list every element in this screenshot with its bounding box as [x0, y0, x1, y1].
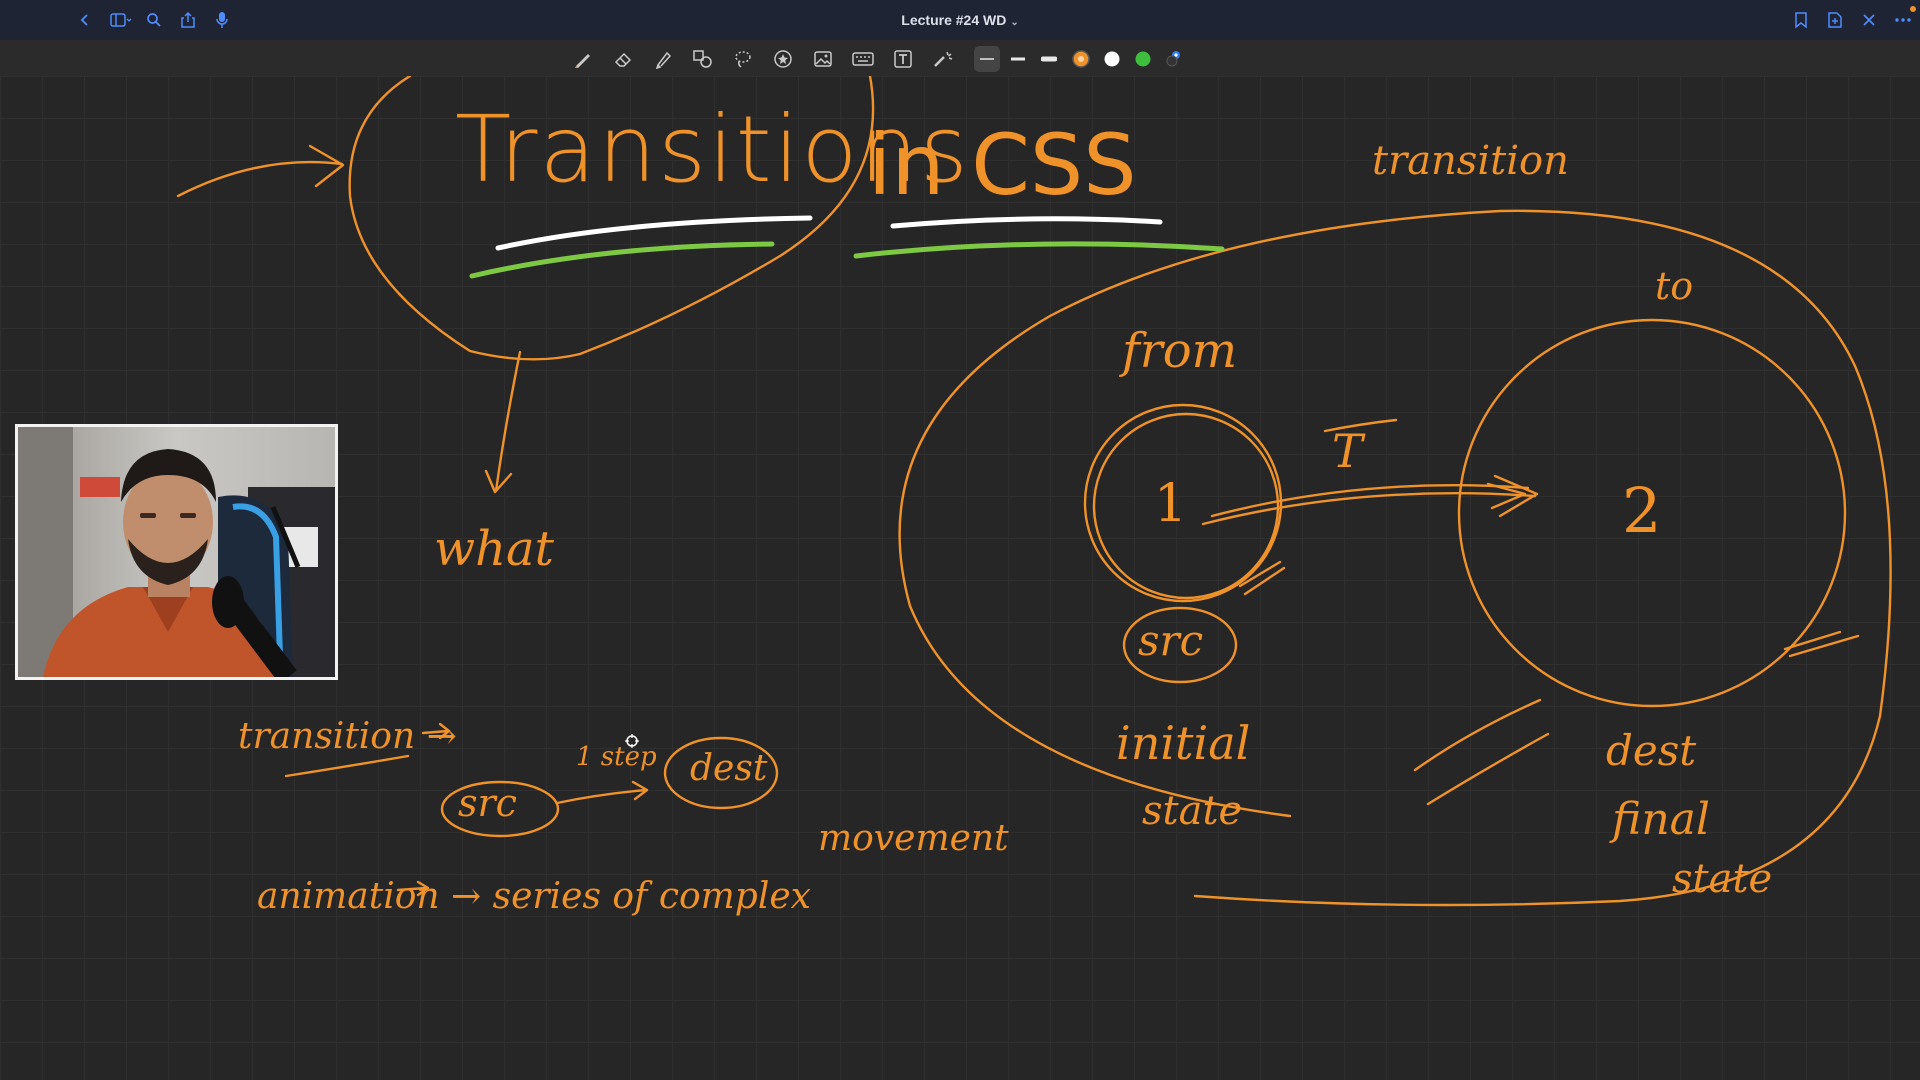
color-swatch-orange[interactable] — [1068, 46, 1094, 72]
transition-top-right-text: transition — [1372, 138, 1569, 184]
search-icon[interactable] — [142, 8, 166, 32]
from-text: from — [1122, 323, 1238, 379]
title-underline-green-1 — [469, 241, 775, 279]
bookmark-icon[interactable] — [1789, 8, 1813, 32]
slash-1 — [1413, 698, 1542, 772]
pointer-cursor-icon — [625, 734, 639, 748]
microphone-icon[interactable] — [210, 8, 234, 32]
eraser-icon[interactable] — [610, 46, 636, 72]
keyboard-icon[interactable] — [850, 46, 876, 72]
big-transition-loop — [898, 209, 1892, 907]
state-1-label: 1 — [1154, 474, 1188, 534]
stroke-thin-option[interactable] — [974, 46, 1000, 72]
add-page-icon[interactable] — [1823, 8, 1847, 32]
dest-small-text: dest — [690, 748, 768, 789]
src-to-dest-arrow — [555, 780, 649, 805]
src-small-text: src — [458, 781, 517, 825]
animation-line-2-text: movement — [818, 818, 1009, 859]
laser-pointer-icon[interactable] — [930, 46, 956, 72]
notification-dot — [1910, 6, 1916, 12]
window-titlebar: Lecture #24 WD ⌄ — [0, 0, 1920, 40]
sidebar-toggle-icon[interactable] — [106, 8, 136, 32]
drawing-toolbar — [0, 40, 1920, 77]
webcam-video-overlay[interactable] — [15, 424, 338, 680]
one-step-text: 1 step — [576, 742, 657, 772]
close-icon[interactable] — [1857, 8, 1881, 32]
T-label: T — [1332, 424, 1363, 478]
title-pointer-arrowhead — [308, 144, 345, 188]
lasso-icon[interactable] — [730, 46, 756, 72]
what-text: what — [434, 521, 554, 577]
share-icon[interactable] — [176, 8, 200, 32]
title-in-css-text: in CSS — [868, 116, 1137, 214]
initial-text: initial — [1116, 716, 1251, 770]
stroke-medium-option[interactable] — [1005, 46, 1031, 72]
text-box-icon[interactable] — [890, 46, 916, 72]
color-swatch-green[interactable] — [1130, 46, 1156, 72]
down-arrow-stroke — [494, 350, 522, 493]
title-pointer-arrow-stroke — [176, 160, 344, 198]
dest-big-text: dest — [1606, 726, 1697, 775]
initial-state-text: state — [1142, 788, 1243, 834]
title-underline-white-2 — [890, 216, 1163, 229]
slash-2 — [1426, 732, 1550, 806]
window-title[interactable]: Lecture #24 WD ⌄ — [0, 0, 1920, 40]
window-title-text: Lecture #24 WD — [901, 12, 1007, 28]
color-swatch-white[interactable] — [1099, 46, 1125, 72]
shapes-icon[interactable] — [690, 46, 716, 72]
transition-underline — [284, 754, 410, 778]
title-underline-green-2 — [853, 241, 1225, 259]
webcam-presenter-image — [18, 427, 335, 677]
final-state-text: state — [1672, 856, 1773, 902]
to-text: to — [1655, 264, 1694, 308]
stroke-thick-option[interactable] — [1036, 46, 1062, 72]
animation-line-1-text: animation → series of complex — [257, 876, 811, 917]
state-2-label: 2 — [1622, 474, 1662, 547]
sticker-icon[interactable] — [770, 46, 796, 72]
color-picker-icon[interactable] — [1161, 46, 1187, 72]
final-text: final — [1612, 794, 1710, 845]
highlighter-icon[interactable] — [650, 46, 676, 72]
title-chevron-down-icon: ⌄ — [1010, 17, 1019, 28]
transition-arrow-1 — [1201, 492, 1537, 526]
src-big-text: src — [1138, 616, 1204, 665]
pen-icon[interactable] — [570, 46, 596, 72]
image-icon[interactable] — [810, 46, 836, 72]
transition-left-text: transition → — [238, 716, 457, 757]
back-chevron-icon[interactable] — [73, 8, 97, 32]
